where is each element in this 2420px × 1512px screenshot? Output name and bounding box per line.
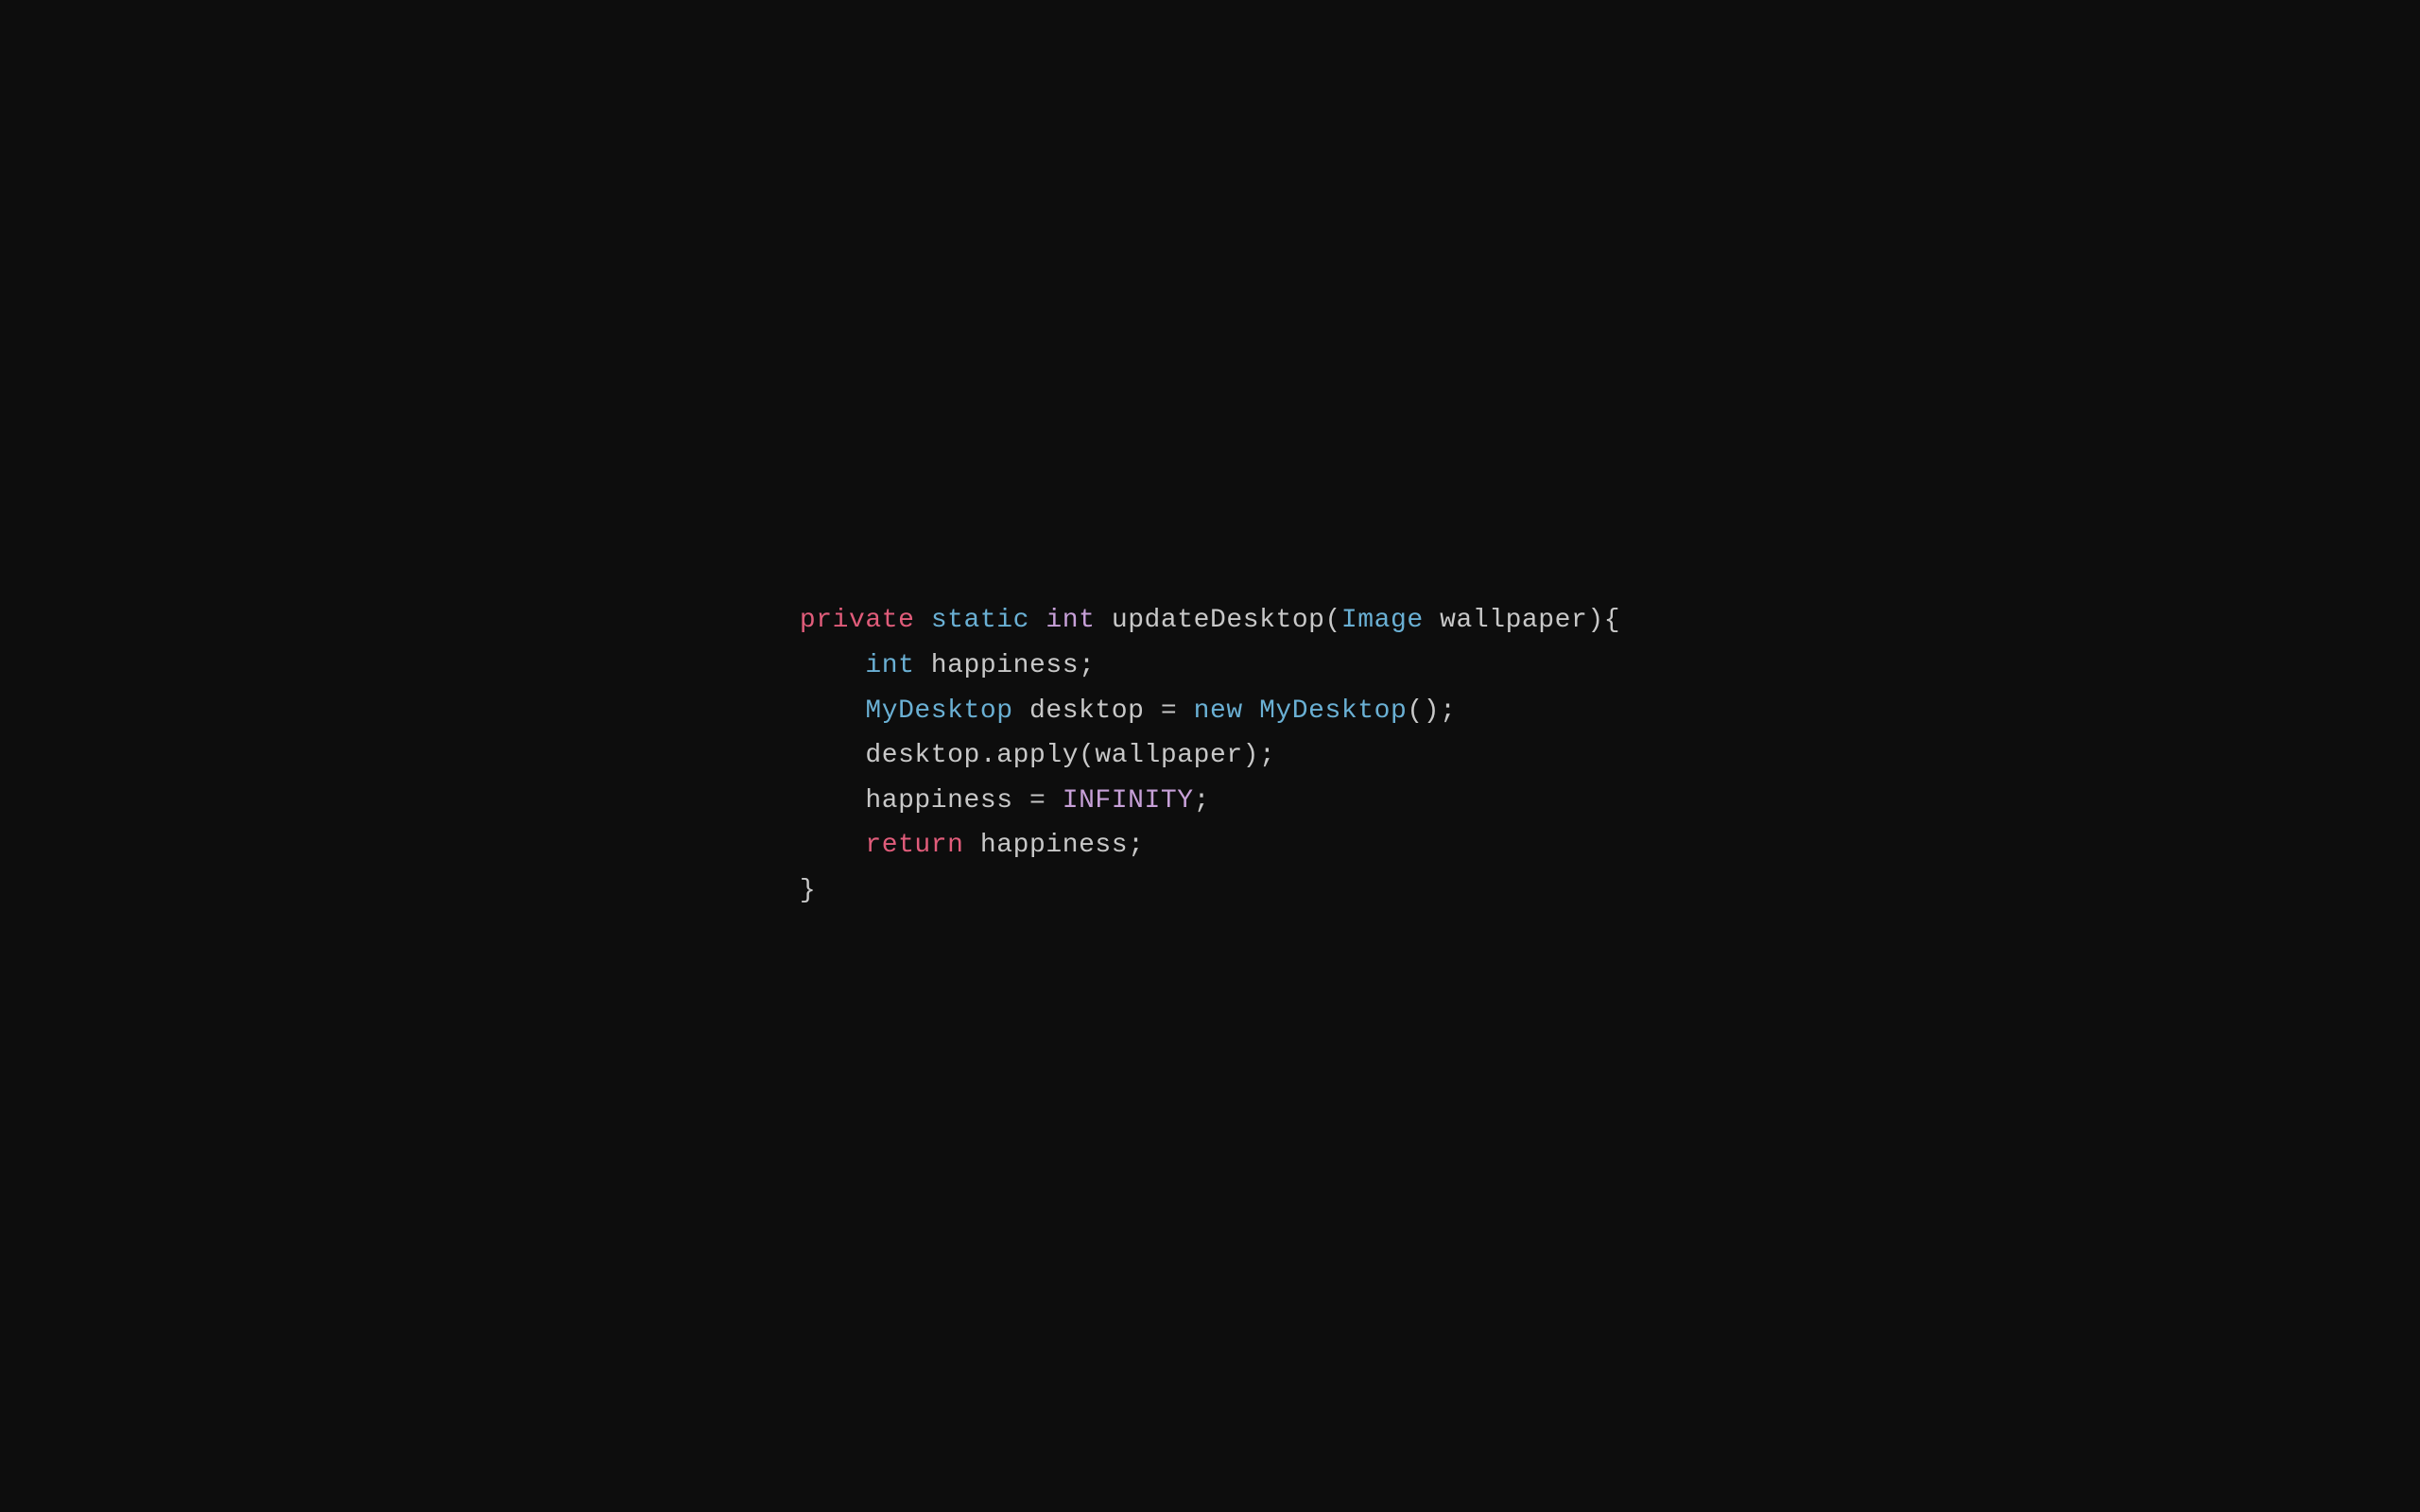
type-mydesktop: MyDesktop (865, 689, 1012, 734)
indent-4 (800, 733, 865, 779)
keyword-return: return (865, 823, 963, 868)
const-infinity: INFINITY (1063, 779, 1194, 824)
happiness-var: happiness (865, 779, 1012, 824)
keyword-int2: int (865, 644, 914, 689)
code-line-6: return happiness; (800, 823, 1620, 868)
constructor-call: (); (1407, 689, 1456, 734)
type-mydesktop2: MyDesktop (1243, 689, 1408, 734)
params: wallpaper){ (1424, 598, 1620, 644)
type-image: Image (1341, 598, 1424, 644)
semi-5: ; (1194, 779, 1210, 824)
code-line-1: private static int updateDesktop( Image … (800, 598, 1620, 644)
indent-5 (800, 779, 865, 824)
method-name: updateDesktop( (1095, 598, 1340, 644)
keyword-int: int (1046, 598, 1095, 644)
keyword-private: private (800, 598, 915, 644)
indent-3 (800, 689, 865, 734)
closing-brace: } (800, 868, 816, 914)
equals-sign: = (1013, 779, 1063, 824)
indent-6 (800, 823, 865, 868)
space-1 (914, 598, 930, 644)
keyword-static: static (931, 598, 1029, 644)
code-line-4: desktop.apply(wallpaper); (800, 733, 1620, 779)
code-block: private static int updateDesktop( Image … (800, 598, 1620, 913)
return-value: happiness; (964, 823, 1145, 868)
keyword-new: new (1194, 689, 1243, 734)
desktop-var: desktop = (1013, 689, 1194, 734)
code-line-3: MyDesktop desktop = new MyDesktop (); (800, 689, 1620, 734)
apply-call: desktop.apply(wallpaper); (865, 733, 1275, 779)
indent-2 (800, 644, 865, 689)
code-line-5: happiness = INFINITY ; (800, 779, 1620, 824)
happiness-decl: happiness; (914, 644, 1095, 689)
code-line-7: } (800, 868, 1620, 914)
space-2 (1029, 598, 1046, 644)
code-line-2: int happiness; (800, 644, 1620, 689)
